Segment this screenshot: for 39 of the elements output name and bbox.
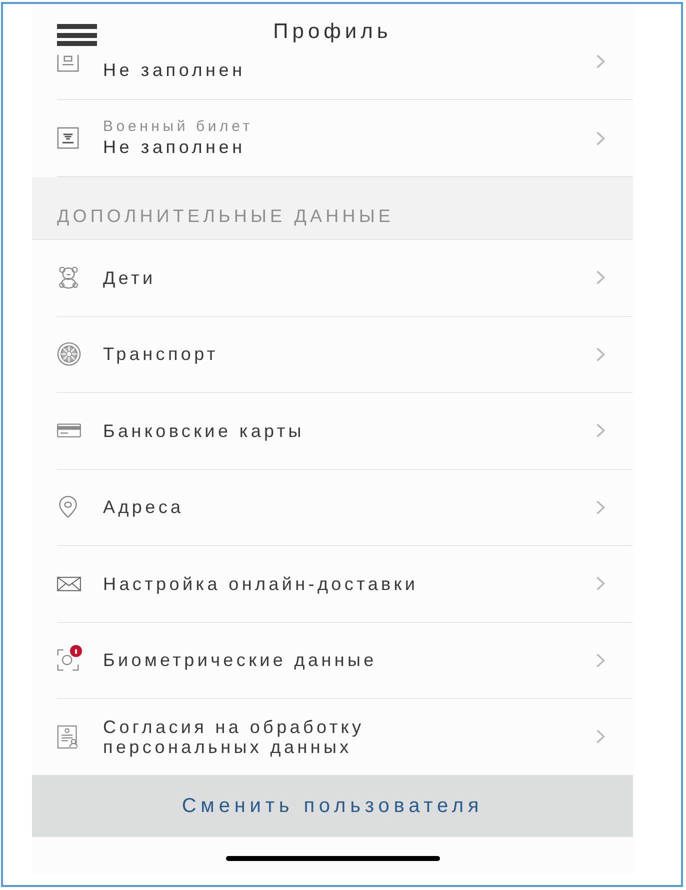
document-icon	[57, 55, 79, 72]
profile-list-item[interactable]: Адреса	[57, 470, 633, 546]
chevron-icon	[595, 55, 606, 68]
chevron-icon	[595, 576, 606, 592]
chevron-icon	[595, 346, 606, 362]
chevron-icon	[595, 270, 606, 286]
item-label: Биометрические данные	[103, 650, 377, 670]
profile-list-item[interactable]: Дети	[57, 240, 633, 316]
switch-user-button[interactable]: Сменить пользователя	[32, 775, 633, 837]
chevron-icon	[595, 130, 606, 146]
document-person-icon	[57, 724, 79, 749]
chevron-icon	[595, 652, 606, 668]
document-value: Не заполнен	[103, 59, 246, 81]
teddy-bear-icon	[57, 266, 80, 290]
item-label: Настройка онлайн-доставки	[103, 574, 418, 594]
document-list-item[interactable]: Не заполнен	[57, 55, 633, 100]
envelope-icon	[57, 574, 81, 593]
item-label: Согласия на обработку персональных данных	[103, 716, 366, 757]
menu-button[interactable]	[57, 24, 97, 46]
profile-list-item[interactable]: Биометрические данные	[57, 622, 633, 699]
item-label: Транспорт	[103, 344, 218, 364]
profile-list-item[interactable]: Транспорт	[57, 316, 633, 393]
document-value: Не заполнен	[103, 136, 246, 158]
item-label: Дети	[103, 268, 156, 288]
wheel-icon	[57, 341, 81, 368]
chevron-icon	[595, 423, 606, 438]
credit-card-icon	[57, 423, 81, 438]
page-title: Профиль	[273, 18, 392, 44]
document-label: Военный билет	[103, 118, 253, 136]
profile-list-item[interactable]: Банковские карты	[57, 393, 633, 470]
chevron-icon	[595, 500, 606, 515]
item-label: Адреса	[103, 497, 184, 518]
item-label: Банковские карты	[103, 420, 304, 441]
section-title: ДОПОЛНИТЕЛЬНЫЕ ДАННЫЕ	[57, 206, 394, 226]
profile-list-item[interactable]: Настройка онлайн-доставки	[57, 546, 633, 622]
face-scan-icon	[57, 649, 79, 672]
id-document-icon	[57, 127, 79, 149]
location-pin-icon	[57, 496, 79, 518]
chevron-icon	[595, 729, 606, 744]
